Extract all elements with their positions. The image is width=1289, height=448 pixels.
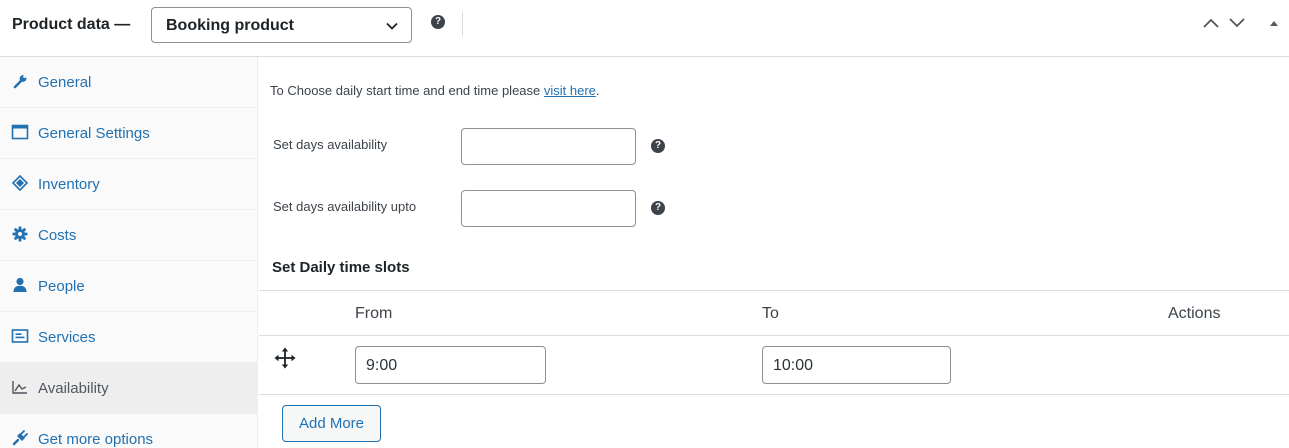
days-availability-label: Set days availability <box>273 137 388 152</box>
slot-to-input[interactable]: 10:00 <box>762 346 951 384</box>
tab-general-settings[interactable]: General Settings <box>0 108 258 159</box>
days-availability-input[interactable] <box>461 128 636 165</box>
add-more-button[interactable]: Add More <box>282 405 381 442</box>
gear-icon <box>12 226 28 242</box>
daily-time-slots-title: Set Daily time slots <box>272 259 410 276</box>
help-icon[interactable]: ? <box>431 15 445 29</box>
tab-services-label: Services <box>38 329 96 346</box>
product-data-title: Product data — <box>12 16 131 33</box>
days-availability-upto-label: Set days availability upto <box>273 199 417 214</box>
chevron-down-icon <box>386 22 398 30</box>
plugin-icon <box>12 430 28 446</box>
tab-services[interactable]: Services <box>0 312 258 363</box>
table-header-divider <box>259 335 1289 336</box>
product-type-value: Booking product <box>166 17 294 34</box>
notice-text: To Choose daily start time and end time … <box>270 83 544 98</box>
col-header-to: To <box>762 305 779 322</box>
product-data-header: Product data — Booking product ? <box>0 0 1289 57</box>
table-bottom-border <box>259 394 1289 395</box>
tab-general[interactable]: General <box>0 57 258 108</box>
tab-availability-label: Availability <box>38 380 109 397</box>
wrench-icon <box>13 75 27 89</box>
move-up-icon[interactable] <box>1202 16 1220 30</box>
product-data-tabs: General General Settings Inventory Costs <box>0 57 258 448</box>
chart-area-icon <box>12 381 27 394</box>
days-availability-help-icon[interactable]: ? <box>651 139 665 153</box>
tab-general-label: General <box>38 74 92 91</box>
window-icon <box>11 124 29 140</box>
tab-costs[interactable]: Costs <box>0 210 258 261</box>
tab-inventory-label: Inventory <box>38 176 100 193</box>
tab-get-more-options[interactable]: Get more options <box>0 414 258 448</box>
product-type-select[interactable]: Booking product <box>151 7 412 43</box>
toggle-panel-icon[interactable] <box>1268 18 1280 28</box>
notice-suffix: . <box>595 83 600 98</box>
list-box-icon <box>11 329 29 343</box>
tab-costs-label: Costs <box>38 227 77 244</box>
tab-inventory[interactable]: Inventory <box>0 159 258 210</box>
visit-here-link[interactable]: visit here <box>544 83 596 98</box>
days-availability-upto-help-icon[interactable]: ? <box>651 201 665 215</box>
col-header-from: From <box>355 305 393 322</box>
tab-general-settings-label: General Settings <box>38 125 150 142</box>
tab-people-label: People <box>38 278 85 295</box>
days-availability-upto-input[interactable] <box>461 190 636 227</box>
col-header-actions: Actions <box>1168 305 1221 322</box>
tag-icon <box>11 174 29 192</box>
slot-from-input[interactable]: 9:00 <box>355 346 546 384</box>
availability-notice: To Choose daily start time and end time … <box>270 83 600 98</box>
person-icon <box>13 277 27 292</box>
drag-handle-icon[interactable] <box>274 347 296 369</box>
tab-people[interactable]: People <box>0 261 258 312</box>
header-divider <box>462 12 463 36</box>
table-top-border <box>259 290 1289 291</box>
tab-get-more-options-label: Get more options <box>38 431 154 448</box>
move-down-icon[interactable] <box>1228 16 1246 30</box>
tab-availability[interactable]: Availability <box>0 363 258 414</box>
